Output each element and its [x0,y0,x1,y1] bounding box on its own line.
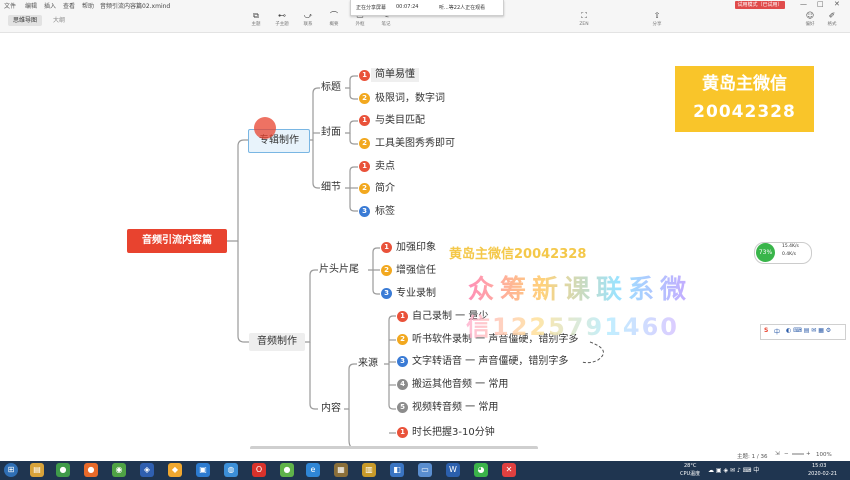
topic-strengthen-impression[interactable]: 加强印象 [392,241,440,255]
priority-5-icon: 5 [397,402,408,413]
priority-4-icon: 4 [397,379,408,390]
priority-3-icon: 3 [359,206,370,217]
zoom-level[interactable]: 100% [816,452,832,458]
topic-source[interactable]: 来源 [358,357,378,371]
topic-superlatives[interactable]: 极限词，数字词 [371,92,449,106]
watermark-line1: 黄岛主微信 [702,74,787,94]
zoom-in-icon[interactable]: + [806,451,811,457]
app-tool-icon[interactable]: ◧ [390,463,404,477]
priority-2-icon: 2 [397,334,408,345]
priority-1-icon: 1 [381,242,392,253]
topic-content[interactable]: 内容 [321,402,341,416]
cpu-usage-badge: 73% [756,243,775,262]
topic-selling-point[interactable]: 卖点 [371,160,399,174]
xmind-icon[interactable]: ✕ [502,463,516,477]
topic-count: 主题: 1 / 36 [737,454,768,460]
ime-chinese-mode[interactable]: 中 [774,327,780,336]
priority-2-icon: 2 [359,93,370,104]
app-window-icon[interactable]: ▣ [196,463,210,477]
topic-audio-production[interactable]: 音频制作 [249,333,305,351]
app-chrome2-icon[interactable]: ● [280,463,294,477]
ime-toolbar[interactable]: S 中 ◐ ⌨ ▤ ✉ ▦ ⚙ [760,324,846,340]
topic-pro-recording[interactable]: 专业录制 [392,287,440,301]
app-blue-icon[interactable]: ◈ [140,463,154,477]
status-bar: 主题: 1 / 36 ⇲ − + 100% [0,449,850,461]
ime-logo-icon: S [764,327,769,334]
priority-1-icon: 1 [359,115,370,126]
priority-1-icon: 1 [359,70,370,81]
topic-cover[interactable]: 封面 [321,126,341,140]
clock-date[interactable]: 2020-02-21 [808,471,837,477]
app-screen-icon[interactable]: ▭ [418,463,432,477]
topic-text-to-speech[interactable]: 文字转语音 一 声音僵硬，错别字多 [408,355,572,369]
wechat-icon[interactable]: ◕ [474,463,488,477]
priority-3-icon: 3 [381,288,392,299]
watermark-text-3: 信1225791460 [466,307,679,342]
watermark-line2: 20042328 [693,102,796,122]
topic-meitu-tool[interactable]: 工具美图秀秀即可 [371,137,459,151]
file-explorer-icon[interactable]: ▤ [30,463,44,477]
ime-tools-icon[interactable]: ◐ ⌨ ▤ ✉ ▦ ⚙ [786,327,831,334]
priority-1-icon: 1 [397,311,408,322]
priority-1-icon: 1 [359,161,370,172]
topic-simple-easy[interactable]: 简单易懂 [371,68,419,82]
app-globe-icon[interactable]: ◍ [224,463,238,477]
priority-1-icon: 1 [397,427,408,438]
topic-detail[interactable]: 细节 [321,181,341,195]
ie-icon[interactable]: e [306,463,320,477]
watermark-text-2: 众筹新课联系微 [468,269,692,306]
priority-2-icon: 2 [359,183,370,194]
topic-match-category[interactable]: 与类目匹配 [371,114,429,128]
firefox-icon[interactable]: ● [84,463,98,477]
app-folder-icon[interactable]: ▥ [362,463,376,477]
word-icon[interactable]: W [446,463,460,477]
zoom-out-icon[interactable]: − [784,451,789,457]
app-photo-icon[interactable]: ▦ [334,463,348,477]
zoom-slider[interactable] [792,453,804,455]
priority-2-icon: 2 [381,265,392,276]
topic-video-to-audio[interactable]: 视频转音频 一 常用 [408,401,502,415]
cursor-highlight [254,117,276,139]
download-speed: 0.4K/s [782,252,796,257]
opera-icon[interactable]: O [252,463,266,477]
watermark-text-1: 黄岛主微信20042328 [449,247,587,262]
chrome-icon[interactable]: ● [56,463,70,477]
app-green-icon[interactable]: ◉ [112,463,126,477]
topic-build-trust[interactable]: 增强信任 [392,264,440,278]
app-orange-icon[interactable]: ◆ [168,463,182,477]
topic-title[interactable]: 标题 [321,81,341,95]
topic-repost-audio[interactable]: 搬运其他音频 一 常用 [408,378,512,392]
wechat-watermark-box: 黄岛主微信 20042328 [675,66,814,132]
fit-icon[interactable]: ⇲ [775,451,780,457]
clock-time[interactable]: 15:03 [812,463,826,469]
start-menu-icon[interactable]: ⊞ [4,463,18,477]
topic-tags[interactable]: 标签 [371,205,399,219]
priority-3-icon: 3 [397,356,408,367]
priority-2-icon: 2 [359,138,370,149]
tray-cpu-label: CPU温度 [680,471,701,477]
topic-intro-outro[interactable]: 片头片尾 [319,263,359,277]
tray-icons[interactable]: ☁ ▣ ◈ ✉ ♪ ⌨ 中 [708,465,759,474]
upload-speed: 15.4K/s [782,244,799,249]
root-topic[interactable]: 音频引流内容篇 [127,229,227,253]
topic-intro[interactable]: 简介 [371,182,399,196]
topic-duration[interactable]: 时长把握3-10分钟 [408,426,499,440]
tray-temperature: 28°C [684,463,697,469]
